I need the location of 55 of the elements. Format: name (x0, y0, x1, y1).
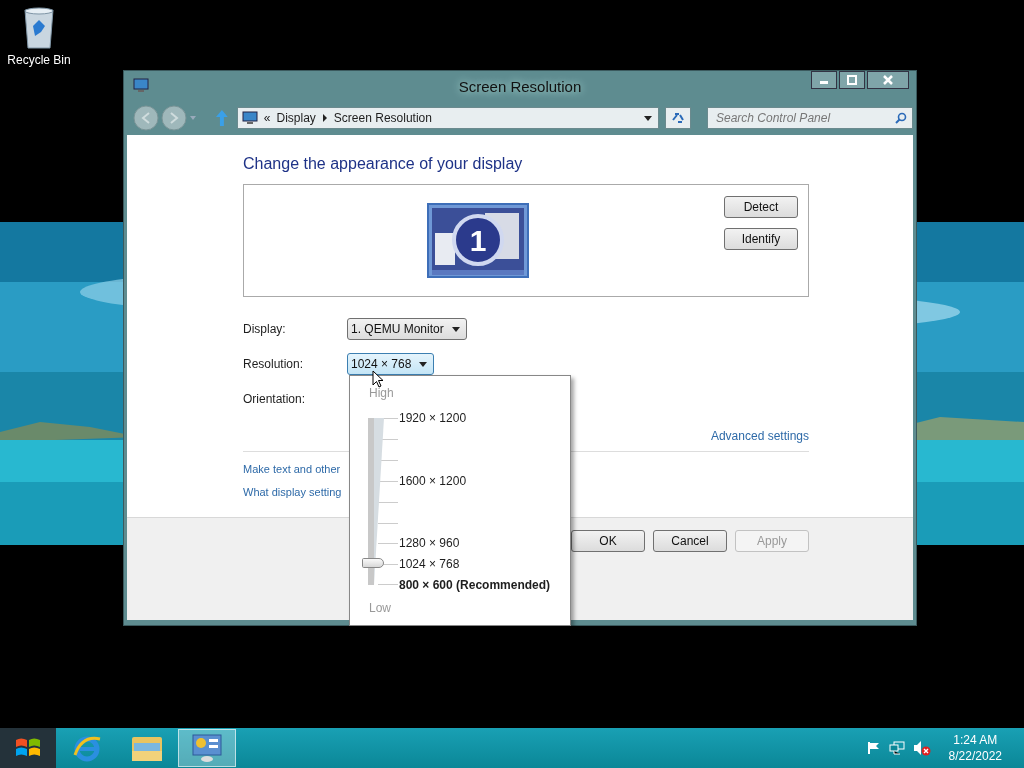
dialog-button[interactable]: OK (571, 530, 645, 552)
flag-icon[interactable] (866, 741, 881, 755)
minimize-button[interactable] (811, 71, 837, 89)
overflow-chevron[interactable]: « (263, 111, 271, 125)
resolution-option[interactable]: 800 × 600 (Recommended) (399, 578, 551, 592)
breadcrumb-arrow-icon[interactable] (321, 114, 328, 122)
help-link[interactable]: What display setting (243, 486, 342, 498)
dropdown-arrow-icon[interactable] (419, 361, 428, 367)
back-icon[interactable] (133, 105, 159, 131)
setting-label: Display: (243, 322, 287, 336)
refresh-button[interactable] (665, 107, 691, 129)
forward-icon[interactable] (161, 105, 187, 131)
panel-button[interactable]: Detect (724, 196, 798, 218)
taskbar-button[interactable] (178, 729, 236, 767)
desktop-icon-label: Recycle Bin (7, 53, 71, 67)
breadcrumb[interactable]: Display (276, 111, 316, 125)
clock-date[interactable]: 8/22/2022 (948, 749, 1002, 763)
dialog-button: Apply (735, 530, 809, 552)
close-button[interactable] (867, 71, 909, 89)
dialog-button[interactable]: Cancel (653, 530, 727, 552)
resolution-option[interactable]: 1280 × 960 (399, 536, 460, 550)
dropdown-arrow-icon[interactable] (644, 115, 653, 121)
recycle-bin-icon[interactable] (21, 6, 57, 50)
maximize-button[interactable] (839, 71, 865, 89)
window-title: Screen Resolution (457, 77, 583, 95)
speaker-icon[interactable] (912, 740, 931, 756)
monitor-number: 1 (469, 225, 487, 256)
resolution-option[interactable]: 1600 × 1200 (399, 474, 467, 488)
monitor-drawing[interactable] (427, 203, 529, 278)
advanced-settings-link[interactable]: Advanced settings (710, 429, 809, 443)
breadcrumb[interactable]: Screen Resolution (333, 111, 432, 125)
high-label: High (369, 386, 394, 400)
setting-label: Orientation: (243, 392, 307, 406)
monitor-icon (241, 111, 258, 125)
search-icon[interactable] (895, 112, 907, 124)
network-icon[interactable] (888, 741, 905, 755)
close-icon[interactable] (883, 75, 893, 85)
search-field[interactable]: Search Control Panel (707, 107, 913, 129)
low-label: Low (369, 601, 391, 615)
dropdown[interactable]: 1. QEMU Monitor (347, 318, 467, 340)
dropdown-arrow-icon[interactable] (451, 326, 460, 332)
refresh-icon[interactable] (671, 112, 686, 124)
folder-icon (131, 734, 163, 762)
page-heading: Change the appearance of your display (243, 155, 524, 173)
resolution-option[interactable]: 1920 × 1200 (399, 411, 467, 425)
address-bar[interactable]: « Display Screen Resolution (236, 107, 660, 129)
resolution-option[interactable]: 1024 × 768 (399, 557, 460, 571)
slider-thumb[interactable] (362, 558, 384, 569)
control-panel-icon (191, 733, 223, 763)
start-button[interactable] (0, 728, 56, 768)
setting-label: Resolution: (243, 357, 305, 371)
help-link[interactable]: Make text and other (243, 463, 341, 475)
dropdown[interactable]: 1024 × 768 (347, 353, 435, 375)
panel-button[interactable]: Identify (724, 228, 798, 250)
monitor-icon (133, 78, 149, 94)
